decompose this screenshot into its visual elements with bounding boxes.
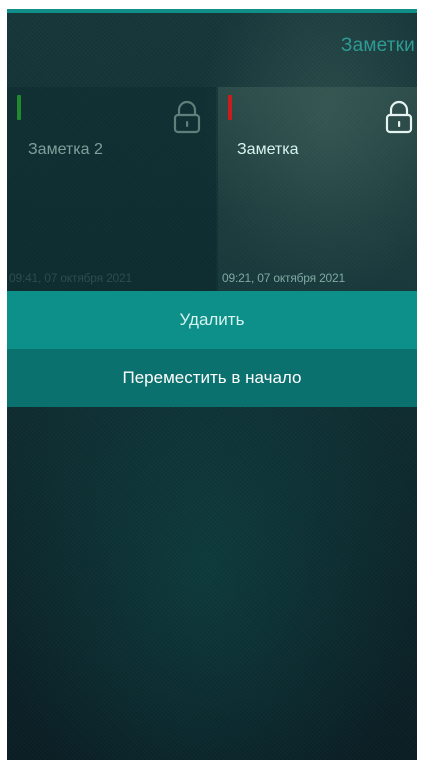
note-color-marker — [17, 95, 21, 120]
lock-icon — [385, 100, 413, 134]
notes-screen: Заметки Заметка 2 09:41, 07 октября 2021… — [7, 9, 417, 760]
notes-grid: Заметка 2 09:41, 07 октября 2021 Заметка… — [7, 87, 417, 291]
note-title: Заметка — [237, 141, 299, 158]
note-date: 09:21, 07 октября 2021 — [222, 271, 345, 285]
note-title: Заметка 2 — [28, 141, 103, 158]
note-color-marker — [228, 95, 232, 120]
move-to-start-button[interactable]: Переместить в начало — [7, 349, 417, 407]
note-date: 09:41, 07 октября 2021 — [9, 271, 132, 285]
delete-button[interactable]: Удалить — [7, 291, 417, 349]
note-card[interactable]: Заметка 09:21, 07 октября 2021 — [218, 87, 417, 291]
lock-icon — [173, 100, 201, 134]
note-card[interactable]: Заметка 2 09:41, 07 октября 2021 — [7, 87, 216, 291]
page-title: Заметки — [340, 35, 415, 56]
status-bar — [7, 9, 417, 13]
